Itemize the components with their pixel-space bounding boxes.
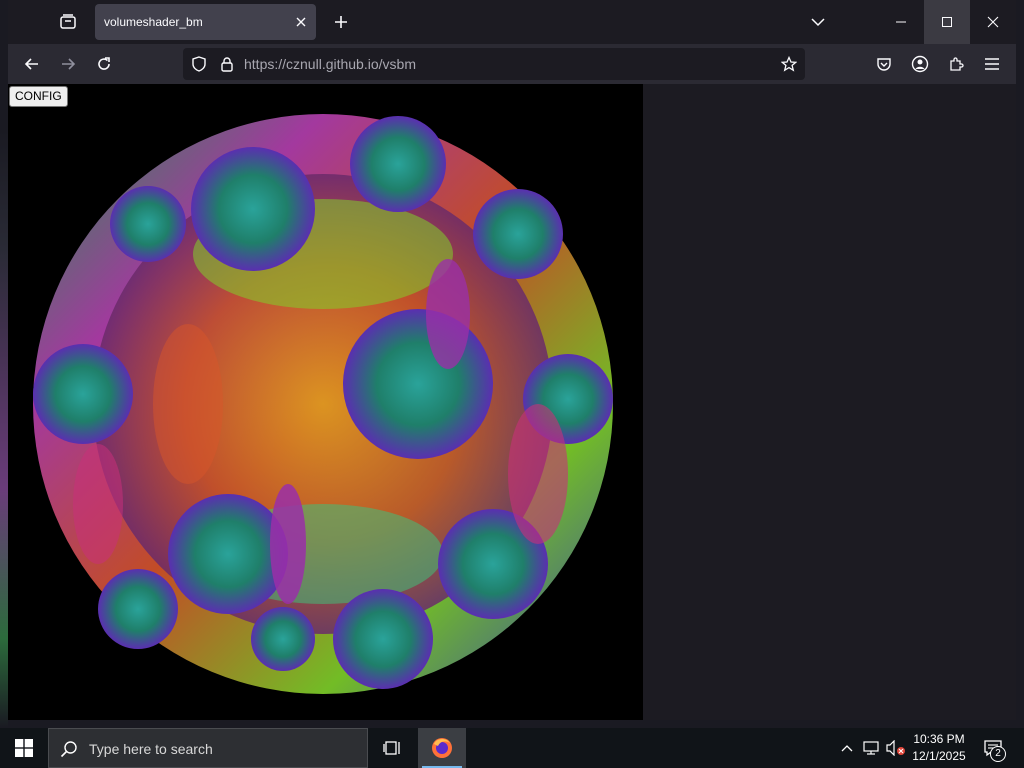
list-all-tabs-button[interactable] bbox=[802, 6, 834, 38]
clock-time: 10:36 PM bbox=[913, 732, 965, 746]
reload-icon bbox=[98, 57, 110, 70]
tab-strip: volumeshader_bm bbox=[8, 0, 1016, 44]
reload-button[interactable] bbox=[88, 48, 120, 80]
site-info-button[interactable] bbox=[217, 54, 237, 74]
star-icon bbox=[781, 56, 797, 72]
notification-count-badge: 2 bbox=[990, 746, 1006, 762]
back-button[interactable] bbox=[16, 48, 48, 80]
search-placeholder: Type here to search bbox=[89, 741, 213, 757]
minimize-icon bbox=[896, 21, 906, 23]
shield-icon bbox=[192, 56, 206, 72]
firefox-icon bbox=[432, 738, 452, 758]
taskbar-firefox-button[interactable] bbox=[418, 728, 466, 768]
firefox-view-button[interactable] bbox=[52, 6, 84, 38]
task-view-button[interactable] bbox=[372, 728, 412, 768]
plus-icon bbox=[335, 16, 347, 28]
close-icon bbox=[987, 16, 999, 28]
tab-volumeshader[interactable]: volumeshader_bm bbox=[95, 4, 316, 40]
tab-title: volumeshader_bm bbox=[104, 15, 203, 29]
shader-canvas[interactable]: CONFIG bbox=[8, 84, 643, 720]
account-button[interactable] bbox=[904, 48, 936, 80]
firefox-window: volumeshader_bm https://cznull.github.io… bbox=[8, 0, 1016, 720]
tab-close-button[interactable] bbox=[292, 13, 310, 31]
account-icon bbox=[911, 55, 929, 73]
firefox-view-icon bbox=[60, 14, 76, 29]
volume-button[interactable] bbox=[885, 738, 907, 758]
desktop-wallpaper-edge bbox=[0, 130, 8, 728]
chevron-up-icon bbox=[841, 745, 853, 752]
hamburger-menu-icon bbox=[985, 58, 999, 70]
window-close-button[interactable] bbox=[970, 0, 1016, 44]
url-host: https://cznull.github.io bbox=[244, 56, 379, 72]
chevron-down-icon bbox=[811, 18, 825, 27]
network-icon bbox=[863, 741, 879, 755]
volume-muted-icon bbox=[886, 740, 905, 756]
tracking-protection-button[interactable] bbox=[189, 54, 209, 74]
start-button[interactable] bbox=[0, 728, 48, 768]
taskbar: Type here to search 10:36 PM 12/1/2025 2 bbox=[0, 728, 1024, 768]
back-arrow-icon bbox=[24, 58, 38, 70]
taskbar-search-box[interactable]: Type here to search bbox=[48, 728, 368, 768]
forward-arrow-icon bbox=[62, 58, 76, 70]
pocket-button[interactable] bbox=[868, 48, 900, 80]
bookmark-button[interactable] bbox=[779, 54, 799, 74]
minimize-button[interactable] bbox=[878, 0, 924, 44]
maximize-icon bbox=[942, 17, 952, 27]
windows-logo-icon bbox=[15, 739, 33, 757]
fractal-render bbox=[33, 114, 613, 694]
config-button[interactable]: CONFIG bbox=[9, 86, 68, 107]
show-hidden-icons-button[interactable] bbox=[838, 738, 856, 758]
pocket-icon bbox=[877, 58, 891, 71]
menu-button[interactable] bbox=[976, 48, 1008, 80]
url-text[interactable]: https://cznull.github.io/vsbm bbox=[244, 56, 416, 72]
navigation-toolbar: https://cznull.github.io/vsbm bbox=[8, 44, 1016, 84]
clock-date: 12/1/2025 bbox=[912, 749, 966, 763]
url-path: /vsbm bbox=[378, 56, 416, 72]
new-tab-button[interactable] bbox=[325, 6, 357, 38]
task-view-icon bbox=[383, 741, 400, 755]
extensions-button[interactable] bbox=[940, 48, 972, 80]
page-content: CONFIG bbox=[8, 84, 1016, 720]
forward-button[interactable] bbox=[52, 48, 84, 80]
clock[interactable]: 10:36 PM 12/1/2025 bbox=[908, 731, 970, 765]
url-bar[interactable]: https://cznull.github.io/vsbm bbox=[183, 48, 805, 80]
lock-icon bbox=[221, 57, 233, 72]
maximize-button[interactable] bbox=[924, 0, 970, 44]
puzzle-icon bbox=[950, 57, 964, 71]
search-icon bbox=[59, 739, 79, 759]
close-icon bbox=[296, 17, 306, 27]
network-button[interactable] bbox=[861, 738, 881, 758]
